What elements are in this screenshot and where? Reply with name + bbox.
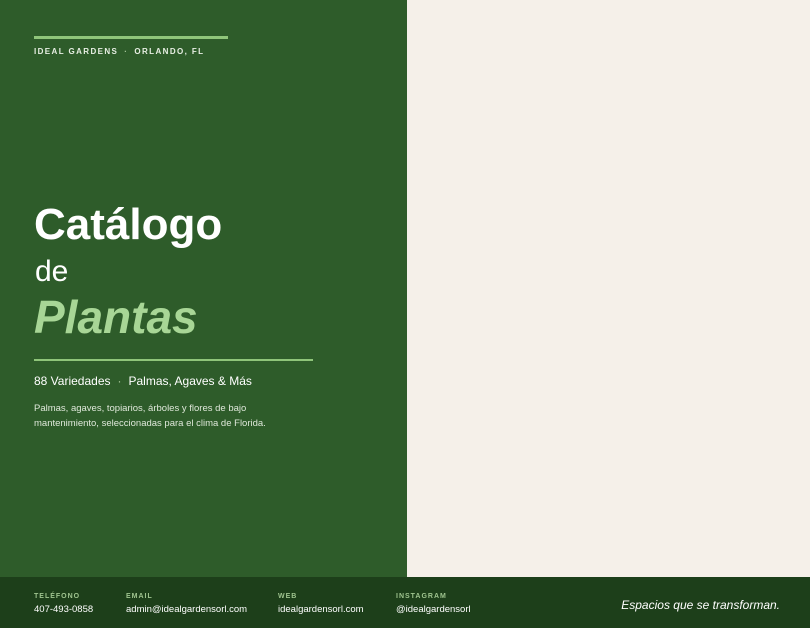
title-connector: de [35,255,69,288]
top-accent-rule [34,36,228,39]
title-accent: Plantas [34,291,198,343]
stats-line: 88 Variedades · Palmas, Agaves & Más [34,374,252,388]
web-value[interactable]: idealgardensorl.com [278,604,364,616]
stats-separator: · [117,374,122,388]
contact-email: EMAIL admin@idealgardensorl.com [126,592,247,616]
title-divider [34,359,313,361]
contact-footer: TELÉFONO 407-493-0858 EMAIL admin@idealg… [0,577,810,628]
email-label: EMAIL [126,593,153,600]
instagram-label: INSTAGRAM [396,593,447,600]
brand-name: IDEAL GARDENS [34,47,119,56]
phone-value[interactable]: 407-493-0858 [34,604,93,616]
contact-phone: TELÉFONO 407-493-0858 [34,592,93,616]
title-main: Catálogo [34,200,223,249]
tagline: Espacios que se transforman. [621,598,780,612]
image-area [407,0,810,577]
brand-separator: · [124,47,129,56]
contact-instagram: INSTAGRAM @idealgardensorl [396,592,471,616]
plant-types: Palmas, Agaves & Más [128,374,252,388]
phone-label: TELÉFONO [34,593,81,600]
brand-line: IDEAL GARDENS · ORLANDO, FL [34,47,204,56]
catalog-cover: IDEAL GARDENS · ORLANDO, FL Catálogo de Pl… [0,0,810,628]
contact-web: WEB idealgardensorl.com [278,592,364,616]
catalog-description: Palmas, agaves, topiarios, árboles y flo… [34,403,266,429]
web-label: WEB [278,593,298,600]
brand-location: ORLANDO, FL [134,47,205,56]
cover-panel: IDEAL GARDENS · ORLANDO, FL Catálogo de Pl… [0,0,407,577]
variety-count: 88 Variedades [34,374,111,388]
instagram-value[interactable]: @idealgardensorl [396,604,471,616]
email-value[interactable]: admin@idealgardensorl.com [126,604,247,616]
